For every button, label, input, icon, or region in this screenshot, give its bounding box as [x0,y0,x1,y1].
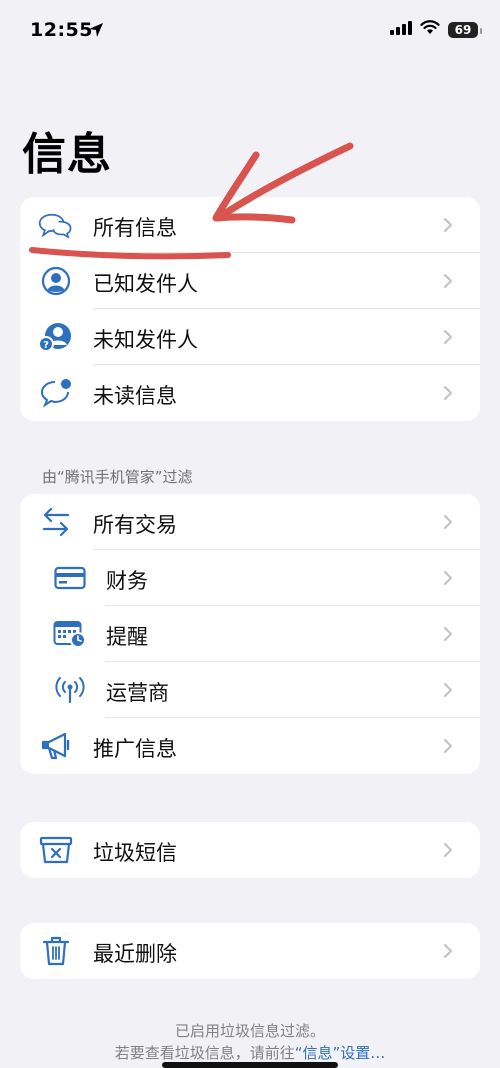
row-label: 推广信息 [93,737,177,761]
row-label: 最近删除 [93,942,177,966]
trash-icon [38,935,74,967]
footer-line-2: 若要查看垃圾信息，请前往“信息”设置… [0,1042,500,1064]
messages-settings-link[interactable]: “信息”设置… [295,1044,386,1062]
page-title: 信息 [22,129,112,180]
calendar-clock-icon [52,618,88,650]
row-label: 所有信息 [93,216,177,240]
row-finance[interactable]: 财务 [20,550,480,606]
chevron-right-icon [438,215,458,235]
antenna-signal-icon [52,674,88,706]
cellular-signal-icon [390,20,412,39]
battery-indicator: 69 [448,21,482,38]
chevron-right-icon [438,680,458,700]
row-junk-messages[interactable]: 垃圾短信 [20,822,480,878]
junk-box-icon [38,834,74,866]
chevron-right-icon [438,383,458,403]
transaction-filter-group: 所有交易 财务 提醒 运营商 推广信息 [20,494,480,774]
row-label: 垃圾短信 [93,841,177,865]
recently-deleted-group: 最近删除 [20,923,480,979]
person-circle-icon [38,265,74,297]
person-question-icon: ? [38,321,74,353]
footer-line-2-text: 若要查看垃圾信息，请前往 [114,1044,295,1062]
chevron-right-icon [438,327,458,347]
credit-card-icon [52,562,88,594]
chevron-right-icon [438,840,458,860]
chevron-right-icon [438,512,458,532]
row-label: 已知发件人 [93,272,198,296]
row-recently-deleted[interactable]: 最近删除 [20,923,480,979]
row-label: 运营商 [106,681,169,705]
chevron-right-icon [438,941,458,961]
row-unread-messages[interactable]: 未读信息 [20,365,480,421]
row-label: 未读信息 [93,384,177,408]
junk-filter-note: 已启用垃圾信息过滤。 若要查看垃圾信息，请前往“信息”设置… [0,1020,500,1064]
chevron-right-icon [438,568,458,588]
arrows-exchange-icon [38,506,74,538]
status-time: 12:55 [30,19,93,41]
row-reminders[interactable]: 提醒 [20,606,480,662]
row-label: 未知发件人 [93,328,198,352]
unread-bubble-icon [38,377,74,409]
row-label: 财务 [106,569,148,593]
footer-line-1: 已启用垃圾信息过滤。 [174,1022,325,1040]
row-all-transactions[interactable]: 所有交易 [20,494,480,550]
row-unknown-senders[interactable]: ? 未知发件人 [20,309,480,365]
chat-bubbles-icon [38,209,74,241]
inbox-filter-group: 所有信息 已知发件人 ? 未知发件人 未读信息 [20,197,480,421]
chevron-right-icon [438,736,458,756]
megaphone-icon [38,730,74,762]
row-label: 所有交易 [93,513,177,537]
svg-text:?: ? [43,340,49,351]
filter-section-header: 由“腾讯手机管家”过滤 [42,468,193,486]
row-label: 提醒 [106,625,148,649]
chevron-right-icon [438,271,458,291]
wifi-icon [420,20,440,39]
location-arrow-icon [88,22,104,42]
home-indicator[interactable] [162,1062,338,1068]
row-promotions[interactable]: 推广信息 [20,718,480,774]
chevron-right-icon [438,624,458,644]
row-all-messages[interactable]: 所有信息 [20,197,480,253]
row-known-senders[interactable]: 已知发件人 [20,253,480,309]
row-carrier[interactable]: 运营商 [20,662,480,718]
junk-group: 垃圾短信 [20,822,480,878]
status-bar: 12:55 69 [0,0,500,62]
